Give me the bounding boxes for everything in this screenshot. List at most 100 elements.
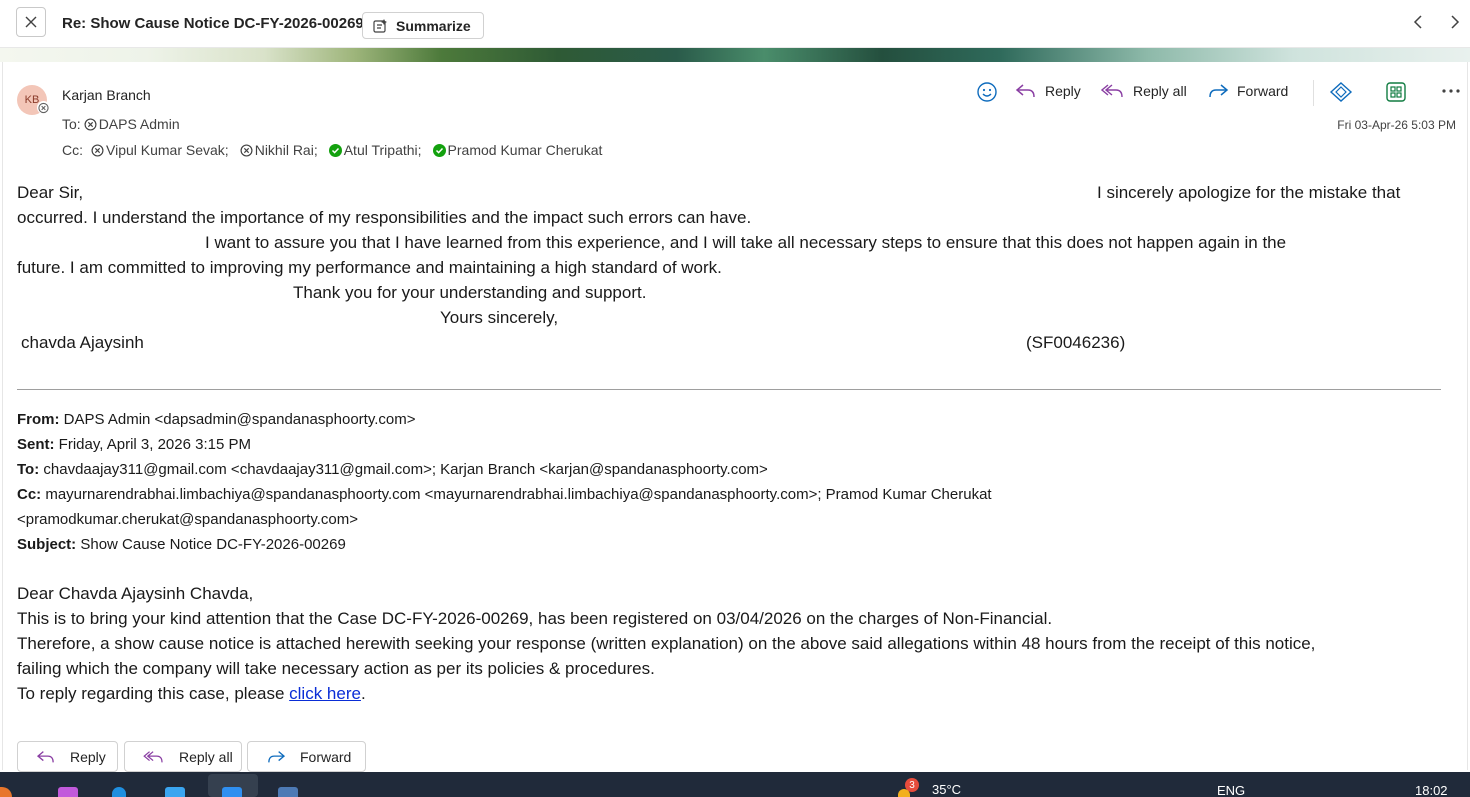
diamond-icon	[1329, 82, 1353, 102]
body-line: I want to assure you that I have learned…	[205, 233, 1287, 252]
cc-line: Cc: Vipul Kumar Sevak; Nikhil Rai; Atul …	[62, 142, 610, 158]
smiley-icon	[977, 82, 997, 102]
app-icon[interactable]	[58, 787, 78, 797]
browser-app-icon[interactable]	[0, 787, 12, 797]
quoted-body-line: This is to bring your kind attention tha…	[17, 609, 1053, 628]
reply-all-button[interactable]: Reply all	[1101, 82, 1187, 100]
employee-id: (SF0046236)	[1026, 333, 1126, 352]
temperature[interactable]: 35°C	[932, 782, 961, 797]
to-label: To:	[62, 116, 81, 132]
quoted-cc: Cc: mayurnarendrabhai.limbachiya@spandan…	[17, 486, 992, 503]
cc-recipient-name: Vipul Kumar Sevak;	[106, 142, 229, 158]
cc-label: Cc:	[62, 142, 83, 158]
message-date: Fri 03-Apr-26 5:03 PM	[1337, 118, 1456, 132]
quote-divider	[17, 389, 1441, 390]
cc-label: Cc:	[17, 486, 42, 503]
summarize-button[interactable]: Summarize	[362, 12, 484, 39]
more-actions-button[interactable]	[1441, 83, 1461, 99]
reply-icon	[36, 750, 54, 762]
body-line: future. I am committed to improving my p…	[17, 258, 722, 277]
bottom-forward-button[interactable]: Forward	[247, 741, 366, 772]
to-label: To:	[17, 461, 40, 478]
presence-unknown-icon	[240, 143, 253, 157]
next-message-button[interactable]	[1445, 12, 1463, 32]
bottom-reply-all-button[interactable]: Reply all	[124, 741, 242, 772]
quoted-sent: Sent: Friday, April 3, 2026 3:15 PM	[17, 436, 251, 453]
quoted-body-line: To reply regarding this case, please cli…	[17, 684, 366, 704]
app-icon[interactable]	[278, 787, 298, 797]
cc-recipient[interactable]: Vipul Kumar Sevak;	[91, 142, 229, 158]
body-line: I sincerely apologize for the mistake th…	[1097, 183, 1401, 202]
presence-unknown-icon	[38, 102, 49, 113]
outlook-app-icon[interactable]	[222, 787, 242, 797]
forward-label: Forward	[1237, 83, 1289, 99]
emoji-reaction-button[interactable]	[976, 81, 998, 103]
recipient-name: DAPS Admin	[98, 116, 180, 132]
from-label: From:	[17, 411, 60, 428]
quoted-body-line: Therefore, a show cause notice is attach…	[17, 634, 1316, 653]
to-line: To: DAPS Admin	[62, 116, 188, 132]
reply-instruction: To reply regarding this case, please	[17, 684, 290, 703]
bottom-reply-button[interactable]: Reply	[17, 741, 118, 772]
reply-label: Reply	[1045, 83, 1081, 99]
reply-all-icon	[1101, 84, 1123, 98]
body-closing: Yours sincerely,	[440, 308, 559, 327]
apps-grid-icon	[1386, 82, 1406, 102]
cc-recipient[interactable]: Nikhil Rai;	[240, 142, 318, 158]
chevron-left-icon	[1413, 15, 1422, 29]
sender-name[interactable]: Karjan Branch	[62, 87, 151, 103]
summarize-icon	[373, 18, 387, 33]
cc-recipient-name: Nikhil Rai;	[254, 142, 318, 158]
previous-message-button[interactable]	[1410, 12, 1428, 32]
forward-icon	[268, 750, 286, 762]
body-line: occurred. I understand the importance of…	[17, 208, 752, 227]
sent-value: Friday, April 3, 2026 3:15 PM	[58, 436, 251, 453]
cc-recipient[interactable]: Pramod Kumar Cherukat	[432, 142, 603, 158]
presence-unknown-icon	[91, 143, 104, 157]
presence-available-icon	[328, 143, 342, 157]
forward-label: Forward	[300, 748, 352, 765]
reply-all-label: Reply all	[179, 748, 233, 765]
click-here-link[interactable]: click here	[289, 684, 361, 703]
outlook-reading-window: Re: Show Cause Notice DC-FY-2026-00269 S…	[0, 0, 1470, 797]
close-icon	[25, 16, 37, 28]
cc-recipient[interactable]: Atul Tripathi;	[328, 142, 422, 158]
windows-taskbar: 3 35°C ENG 18:02	[0, 772, 1470, 797]
toolbar-divider	[1313, 80, 1314, 106]
cc-value: mayurnarendrabhai.limbachiya@spandanasph…	[45, 486, 992, 503]
reply-button[interactable]: Reply	[1015, 82, 1081, 100]
reply-label: Reply	[70, 748, 106, 765]
presence-available-icon	[432, 143, 446, 157]
from-value: DAPS Admin <dapsadmin@spandanasphoorty.c…	[63, 411, 416, 428]
cc-recipient-name: Atul Tripathi;	[343, 142, 422, 158]
apps-button[interactable]	[1385, 81, 1407, 103]
decorative-banner	[0, 48, 1470, 62]
search-app-icon[interactable]	[112, 787, 126, 797]
forward-button[interactable]: Forward	[1207, 82, 1288, 100]
forward-icon	[1209, 84, 1229, 98]
clock-time[interactable]: 18:02	[1415, 783, 1448, 797]
recipient[interactable]: DAPS Admin	[84, 116, 180, 132]
body-greeting: Dear Sir,	[17, 183, 84, 202]
close-button[interactable]	[16, 7, 46, 37]
quoted-cc-continued: <pramodkumar.cherukat@spandanasphoorty.c…	[17, 511, 358, 528]
presence-unknown-icon	[84, 117, 97, 131]
quoted-body-line: failing which the company will take nece…	[17, 659, 655, 678]
subject-label: Subject:	[17, 536, 77, 553]
language-indicator[interactable]: ENG	[1217, 783, 1245, 797]
title-bar: Re: Show Cause Notice DC-FY-2026-00269 S…	[0, 0, 1470, 48]
subject-value: Show Cause Notice DC-FY-2026-00269	[80, 536, 346, 553]
cc-recipient-name: Pramod Kumar Cherukat	[447, 142, 603, 158]
body-line: Thank you for your understanding and sup…	[293, 283, 647, 302]
reply-icon	[1015, 84, 1035, 98]
signature-name: chavda Ajaysinh	[21, 333, 144, 352]
copilot-app-icon[interactable]	[165, 787, 185, 797]
copilot-button[interactable]	[1329, 81, 1353, 103]
quoted-subject: Subject: Show Cause Notice DC-FY-2026-00…	[17, 536, 346, 553]
more-horizontal-icon	[1442, 89, 1460, 93]
weather-icon[interactable]	[898, 789, 910, 797]
quoted-to: To: chavdaajay311@gmail.com <chavdaajay3…	[17, 461, 768, 478]
reply-instruction-end: .	[360, 684, 366, 703]
presence-unknown-badge	[37, 101, 50, 114]
sent-label: Sent:	[17, 436, 55, 453]
